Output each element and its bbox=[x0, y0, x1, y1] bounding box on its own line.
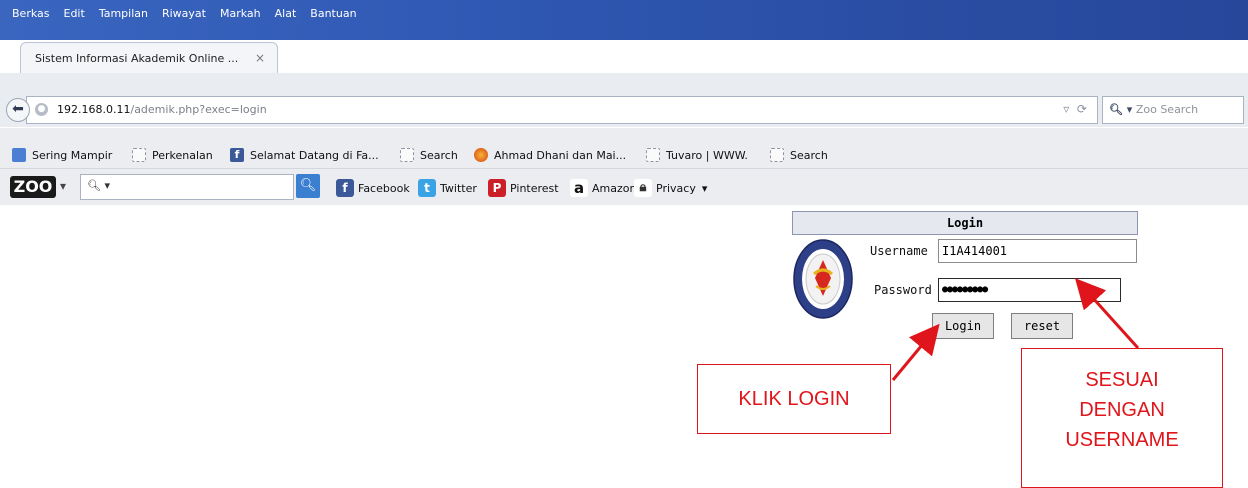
sesuai-username-callout: SESUAI DENGAN USERNAME bbox=[1021, 348, 1223, 488]
callout-line: DENGAN bbox=[1079, 399, 1165, 421]
callout-line: USERNAME bbox=[1065, 429, 1179, 451]
klik-login-callout: KLIK LOGIN bbox=[697, 364, 891, 434]
arrow-to-login bbox=[891, 323, 940, 381]
arrow-to-password bbox=[1074, 278, 1140, 350]
callout-line: SESUAI bbox=[1085, 369, 1159, 391]
